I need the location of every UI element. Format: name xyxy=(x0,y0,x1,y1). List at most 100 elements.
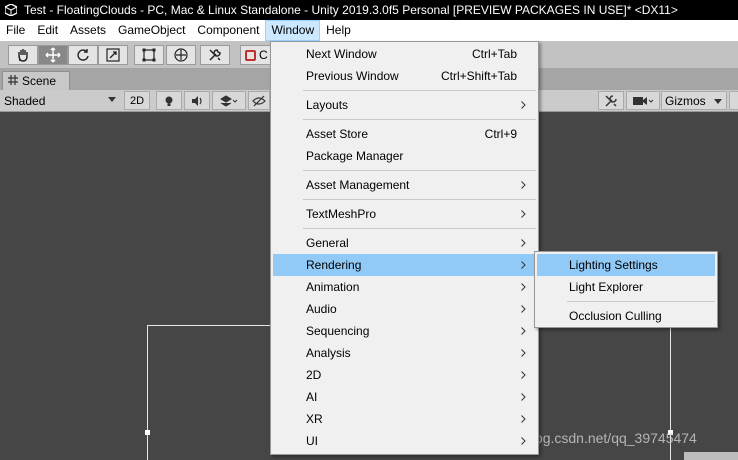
menu-item-animation[interactable]: Animation xyxy=(273,276,536,298)
menu-bar: File Edit Assets GameObject Component Wi… xyxy=(0,20,738,41)
chevron-right-icon xyxy=(521,437,526,445)
menu-item-shortcut: Ctrl+Tab xyxy=(471,47,517,61)
scene-tools-toggle[interactable] xyxy=(598,91,624,110)
menu-item-label: Sequencing xyxy=(306,324,370,338)
menu-assets[interactable]: Assets xyxy=(64,20,112,41)
menu-item-label: Package Manager xyxy=(306,149,404,163)
menu-gameobject[interactable]: GameObject xyxy=(112,20,191,41)
wrench-icon xyxy=(209,49,221,61)
menu-item-sequencing[interactable]: Sequencing xyxy=(273,320,536,342)
2d-toggle-button[interactable]: 2D xyxy=(124,91,150,110)
rect-handle[interactable] xyxy=(145,430,150,435)
menu-item-label: 2D xyxy=(306,368,322,382)
tab-scene[interactable]: Scene xyxy=(2,71,70,90)
menu-item-asset-management[interactable]: Asset Management xyxy=(273,174,536,196)
menu-item-label: Analysis xyxy=(306,346,351,360)
menu-item-shortcut: Ctrl+Shift+Tab xyxy=(440,69,517,83)
hand-tool-button[interactable] xyxy=(8,45,38,65)
lighting-toggle-button[interactable] xyxy=(156,91,182,110)
chevron-right-icon xyxy=(521,415,526,423)
light-bulb-icon xyxy=(165,96,173,106)
effects-icon xyxy=(220,94,238,107)
menu-item-analysis[interactable]: Analysis xyxy=(273,342,536,364)
rect-outline-left xyxy=(147,325,148,460)
menu-item-label: AI xyxy=(306,390,318,404)
menu-separator xyxy=(303,199,536,200)
search-scene-field[interactable] xyxy=(729,91,738,110)
menu-item-2d[interactable]: 2D xyxy=(273,364,536,386)
menu-component[interactable]: Component xyxy=(191,20,265,41)
rect-transform-icon xyxy=(142,48,156,62)
chevron-right-icon xyxy=(521,210,526,218)
menu-item-rendering[interactable]: Rendering xyxy=(273,254,536,276)
chevron-right-icon xyxy=(521,181,526,189)
submenu-item-label: Light Explorer xyxy=(569,280,644,294)
effects-dropdown[interactable] xyxy=(212,91,246,110)
custom-tool-button[interactable] xyxy=(200,45,230,65)
menu-separator xyxy=(303,170,536,171)
scale-tool-button[interactable] xyxy=(98,45,128,65)
menu-edit[interactable]: Edit xyxy=(31,20,64,41)
transform-icon xyxy=(174,48,188,62)
menu-item-textmeshpro[interactable]: TextMeshPro xyxy=(273,203,536,225)
menu-item-audio[interactable]: Audio xyxy=(273,298,536,320)
tab-scene-label: Scene xyxy=(22,74,57,88)
move-tool-button[interactable] xyxy=(38,45,68,65)
rect-tool-button[interactable] xyxy=(134,45,164,65)
chevron-down-icon xyxy=(714,99,722,104)
audio-toggle-button[interactable] xyxy=(184,91,210,110)
chevron-right-icon xyxy=(521,283,526,291)
submenu-item-lighting-settings[interactable]: Lighting Settings xyxy=(537,254,715,276)
menu-item-xr[interactable]: XR xyxy=(273,408,536,430)
hidden-objects-toggle[interactable] xyxy=(248,91,270,110)
menu-item-label: Animation xyxy=(306,280,360,294)
unity-logo-icon xyxy=(4,3,18,17)
submenu-item-light-explorer[interactable]: Light Explorer xyxy=(537,276,715,298)
menu-item-ai[interactable]: AI xyxy=(273,386,536,408)
hand-icon xyxy=(18,49,28,62)
menu-item-label: Rendering xyxy=(306,258,362,272)
transform-tool-button[interactable] xyxy=(166,45,196,65)
menu-item-label: General xyxy=(306,236,349,250)
chevron-right-icon xyxy=(521,305,526,313)
tools-icon xyxy=(605,94,617,107)
rect-outline-top xyxy=(147,325,271,326)
camera-icon xyxy=(633,96,654,105)
menu-item-label: Asset Management xyxy=(306,178,410,192)
move-icon xyxy=(45,47,61,63)
camera-settings-dropdown[interactable] xyxy=(626,91,660,110)
menu-item-label: Next Window xyxy=(306,47,377,61)
menu-item-next-window[interactable]: Next Window Ctrl+Tab xyxy=(273,43,536,65)
2d-toggle-label: 2D xyxy=(129,94,145,107)
menu-item-ui[interactable]: UI xyxy=(273,430,536,452)
menu-file[interactable]: File xyxy=(0,20,31,41)
chevron-down-icon xyxy=(108,97,116,102)
submenu-item-occlusion-culling[interactable]: Occlusion Culling xyxy=(537,305,715,327)
menu-item-asset-store[interactable]: Asset Store Ctrl+9 xyxy=(273,123,536,145)
menu-item-general[interactable]: General xyxy=(273,232,536,254)
scale-icon xyxy=(106,48,120,62)
submenu-item-label: Occlusion Culling xyxy=(569,309,662,323)
chevron-right-icon xyxy=(521,371,526,379)
title-bar: Test - FloatingClouds - PC, Mac & Linux … xyxy=(0,0,738,20)
menu-window[interactable]: Window xyxy=(265,20,321,41)
menu-item-label: Layouts xyxy=(306,98,349,112)
menu-item-layouts[interactable]: Layouts xyxy=(273,94,536,116)
pivot-icon xyxy=(245,49,256,61)
shading-mode-dropdown[interactable]: Shaded xyxy=(0,90,120,111)
gizmos-label: Gizmos xyxy=(665,93,706,108)
rotate-tool-button[interactable] xyxy=(68,45,98,65)
scene-grid-icon xyxy=(8,74,18,88)
window-menu: Next Window Ctrl+Tab Previous Window Ctr… xyxy=(270,41,539,455)
menu-separator xyxy=(567,301,715,302)
menu-help[interactable]: Help xyxy=(320,20,357,41)
chevron-right-icon xyxy=(521,327,526,335)
window-title: Test - FloatingClouds - PC, Mac & Linux … xyxy=(24,3,678,17)
menu-item-package-manager[interactable]: Package Manager xyxy=(273,145,536,167)
menu-item-label: UI xyxy=(306,434,318,448)
menu-separator xyxy=(303,119,536,120)
menu-item-previous-window[interactable]: Previous Window Ctrl+Shift+Tab xyxy=(273,65,536,87)
menu-item-label: TextMeshPro xyxy=(306,207,377,221)
chevron-right-icon xyxy=(521,349,526,357)
gizmos-dropdown[interactable]: Gizmos xyxy=(661,91,727,110)
